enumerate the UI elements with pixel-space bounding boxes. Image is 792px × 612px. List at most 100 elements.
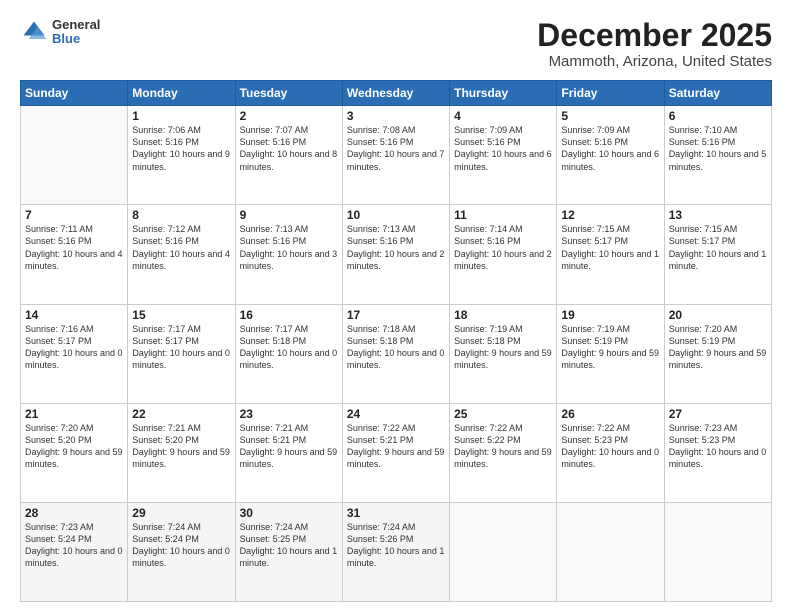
- calendar-day: 24Sunrise: 7:22 AMSunset: 5:21 PMDayligh…: [342, 403, 449, 502]
- calendar-header: Sunday Monday Tuesday Wednesday Thursday…: [21, 81, 772, 106]
- days-header-row: Sunday Monday Tuesday Wednesday Thursday…: [21, 81, 772, 106]
- logo-text: General Blue: [52, 18, 100, 47]
- calendar-week-3: 14Sunrise: 7:16 AMSunset: 5:17 PMDayligh…: [21, 304, 772, 403]
- day-number: 19: [561, 308, 659, 322]
- day-number: 2: [240, 109, 338, 123]
- header-wednesday: Wednesday: [342, 81, 449, 106]
- day-info: Sunrise: 7:20 AMSunset: 5:19 PMDaylight:…: [669, 323, 767, 372]
- day-number: 15: [132, 308, 230, 322]
- calendar-week-2: 7Sunrise: 7:11 AMSunset: 5:16 PMDaylight…: [21, 205, 772, 304]
- day-info: Sunrise: 7:09 AMSunset: 5:16 PMDaylight:…: [561, 124, 659, 173]
- title-block: December 2025 Mammoth, Arizona, United S…: [537, 18, 772, 70]
- header-friday: Friday: [557, 81, 664, 106]
- calendar-day: 25Sunrise: 7:22 AMSunset: 5:22 PMDayligh…: [450, 403, 557, 502]
- day-info: Sunrise: 7:23 AMSunset: 5:24 PMDaylight:…: [25, 521, 123, 570]
- calendar-day: 31Sunrise: 7:24 AMSunset: 5:26 PMDayligh…: [342, 502, 449, 601]
- day-number: 11: [454, 208, 552, 222]
- calendar: Sunday Monday Tuesday Wednesday Thursday…: [20, 80, 772, 602]
- calendar-day: 4Sunrise: 7:09 AMSunset: 5:16 PMDaylight…: [450, 106, 557, 205]
- day-info: Sunrise: 7:13 AMSunset: 5:16 PMDaylight:…: [240, 223, 338, 272]
- calendar-day: 7Sunrise: 7:11 AMSunset: 5:16 PMDaylight…: [21, 205, 128, 304]
- calendar-day: 13Sunrise: 7:15 AMSunset: 5:17 PMDayligh…: [664, 205, 771, 304]
- day-number: 29: [132, 506, 230, 520]
- day-number: 27: [669, 407, 767, 421]
- calendar-day: 17Sunrise: 7:18 AMSunset: 5:18 PMDayligh…: [342, 304, 449, 403]
- day-number: 10: [347, 208, 445, 222]
- calendar-day: 19Sunrise: 7:19 AMSunset: 5:19 PMDayligh…: [557, 304, 664, 403]
- day-number: 16: [240, 308, 338, 322]
- day-info: Sunrise: 7:20 AMSunset: 5:20 PMDaylight:…: [25, 422, 123, 471]
- day-number: 12: [561, 208, 659, 222]
- day-info: Sunrise: 7:21 AMSunset: 5:20 PMDaylight:…: [132, 422, 230, 471]
- page: General Blue December 2025 Mammoth, Ariz…: [0, 0, 792, 612]
- calendar-day: [450, 502, 557, 601]
- day-number: 7: [25, 208, 123, 222]
- calendar-day: 30Sunrise: 7:24 AMSunset: 5:25 PMDayligh…: [235, 502, 342, 601]
- day-info: Sunrise: 7:07 AMSunset: 5:16 PMDaylight:…: [240, 124, 338, 173]
- calendar-day: [557, 502, 664, 601]
- calendar-day: 3Sunrise: 7:08 AMSunset: 5:16 PMDaylight…: [342, 106, 449, 205]
- logo-blue-text: Blue: [52, 32, 100, 46]
- day-number: 28: [25, 506, 123, 520]
- day-info: Sunrise: 7:12 AMSunset: 5:16 PMDaylight:…: [132, 223, 230, 272]
- calendar-week-5: 28Sunrise: 7:23 AMSunset: 5:24 PMDayligh…: [21, 502, 772, 601]
- header-tuesday: Tuesday: [235, 81, 342, 106]
- calendar-day: 26Sunrise: 7:22 AMSunset: 5:23 PMDayligh…: [557, 403, 664, 502]
- day-info: Sunrise: 7:08 AMSunset: 5:16 PMDaylight:…: [347, 124, 445, 173]
- calendar-day: 21Sunrise: 7:20 AMSunset: 5:20 PMDayligh…: [21, 403, 128, 502]
- calendar-day: 5Sunrise: 7:09 AMSunset: 5:16 PMDaylight…: [557, 106, 664, 205]
- calendar-day: 6Sunrise: 7:10 AMSunset: 5:16 PMDaylight…: [664, 106, 771, 205]
- day-number: 26: [561, 407, 659, 421]
- day-info: Sunrise: 7:09 AMSunset: 5:16 PMDaylight:…: [454, 124, 552, 173]
- main-title: December 2025: [537, 18, 772, 53]
- day-number: 25: [454, 407, 552, 421]
- header-monday: Monday: [128, 81, 235, 106]
- day-info: Sunrise: 7:23 AMSunset: 5:23 PMDaylight:…: [669, 422, 767, 471]
- day-info: Sunrise: 7:17 AMSunset: 5:17 PMDaylight:…: [132, 323, 230, 372]
- header-saturday: Saturday: [664, 81, 771, 106]
- day-number: 20: [669, 308, 767, 322]
- calendar-day: 9Sunrise: 7:13 AMSunset: 5:16 PMDaylight…: [235, 205, 342, 304]
- calendar-day: 20Sunrise: 7:20 AMSunset: 5:19 PMDayligh…: [664, 304, 771, 403]
- calendar-day: [21, 106, 128, 205]
- day-info: Sunrise: 7:11 AMSunset: 5:16 PMDaylight:…: [25, 223, 123, 272]
- day-number: 13: [669, 208, 767, 222]
- day-number: 5: [561, 109, 659, 123]
- day-number: 9: [240, 208, 338, 222]
- day-number: 6: [669, 109, 767, 123]
- calendar-week-1: 1Sunrise: 7:06 AMSunset: 5:16 PMDaylight…: [21, 106, 772, 205]
- day-number: 4: [454, 109, 552, 123]
- day-info: Sunrise: 7:13 AMSunset: 5:16 PMDaylight:…: [347, 223, 445, 272]
- day-number: 17: [347, 308, 445, 322]
- calendar-body: 1Sunrise: 7:06 AMSunset: 5:16 PMDaylight…: [21, 106, 772, 602]
- day-number: 31: [347, 506, 445, 520]
- day-info: Sunrise: 7:14 AMSunset: 5:16 PMDaylight:…: [454, 223, 552, 272]
- day-info: Sunrise: 7:06 AMSunset: 5:16 PMDaylight:…: [132, 124, 230, 173]
- calendar-day: 2Sunrise: 7:07 AMSunset: 5:16 PMDaylight…: [235, 106, 342, 205]
- day-info: Sunrise: 7:16 AMSunset: 5:17 PMDaylight:…: [25, 323, 123, 372]
- day-number: 30: [240, 506, 338, 520]
- day-info: Sunrise: 7:19 AMSunset: 5:19 PMDaylight:…: [561, 323, 659, 372]
- day-info: Sunrise: 7:15 AMSunset: 5:17 PMDaylight:…: [561, 223, 659, 272]
- day-number: 1: [132, 109, 230, 123]
- day-info: Sunrise: 7:21 AMSunset: 5:21 PMDaylight:…: [240, 422, 338, 471]
- calendar-day: 23Sunrise: 7:21 AMSunset: 5:21 PMDayligh…: [235, 403, 342, 502]
- calendar-day: 1Sunrise: 7:06 AMSunset: 5:16 PMDaylight…: [128, 106, 235, 205]
- day-info: Sunrise: 7:10 AMSunset: 5:16 PMDaylight:…: [669, 124, 767, 173]
- day-number: 3: [347, 109, 445, 123]
- subtitle: Mammoth, Arizona, United States: [537, 53, 772, 70]
- calendar-day: 29Sunrise: 7:24 AMSunset: 5:24 PMDayligh…: [128, 502, 235, 601]
- day-info: Sunrise: 7:24 AMSunset: 5:25 PMDaylight:…: [240, 521, 338, 570]
- calendar-day: 11Sunrise: 7:14 AMSunset: 5:16 PMDayligh…: [450, 205, 557, 304]
- calendar-day: 15Sunrise: 7:17 AMSunset: 5:17 PMDayligh…: [128, 304, 235, 403]
- day-info: Sunrise: 7:22 AMSunset: 5:22 PMDaylight:…: [454, 422, 552, 471]
- day-info: Sunrise: 7:18 AMSunset: 5:18 PMDaylight:…: [347, 323, 445, 372]
- logo: General Blue: [20, 18, 100, 47]
- day-info: Sunrise: 7:17 AMSunset: 5:18 PMDaylight:…: [240, 323, 338, 372]
- calendar-day: 10Sunrise: 7:13 AMSunset: 5:16 PMDayligh…: [342, 205, 449, 304]
- calendar-day: 16Sunrise: 7:17 AMSunset: 5:18 PMDayligh…: [235, 304, 342, 403]
- day-info: Sunrise: 7:22 AMSunset: 5:23 PMDaylight:…: [561, 422, 659, 471]
- day-number: 8: [132, 208, 230, 222]
- header-thursday: Thursday: [450, 81, 557, 106]
- day-number: 18: [454, 308, 552, 322]
